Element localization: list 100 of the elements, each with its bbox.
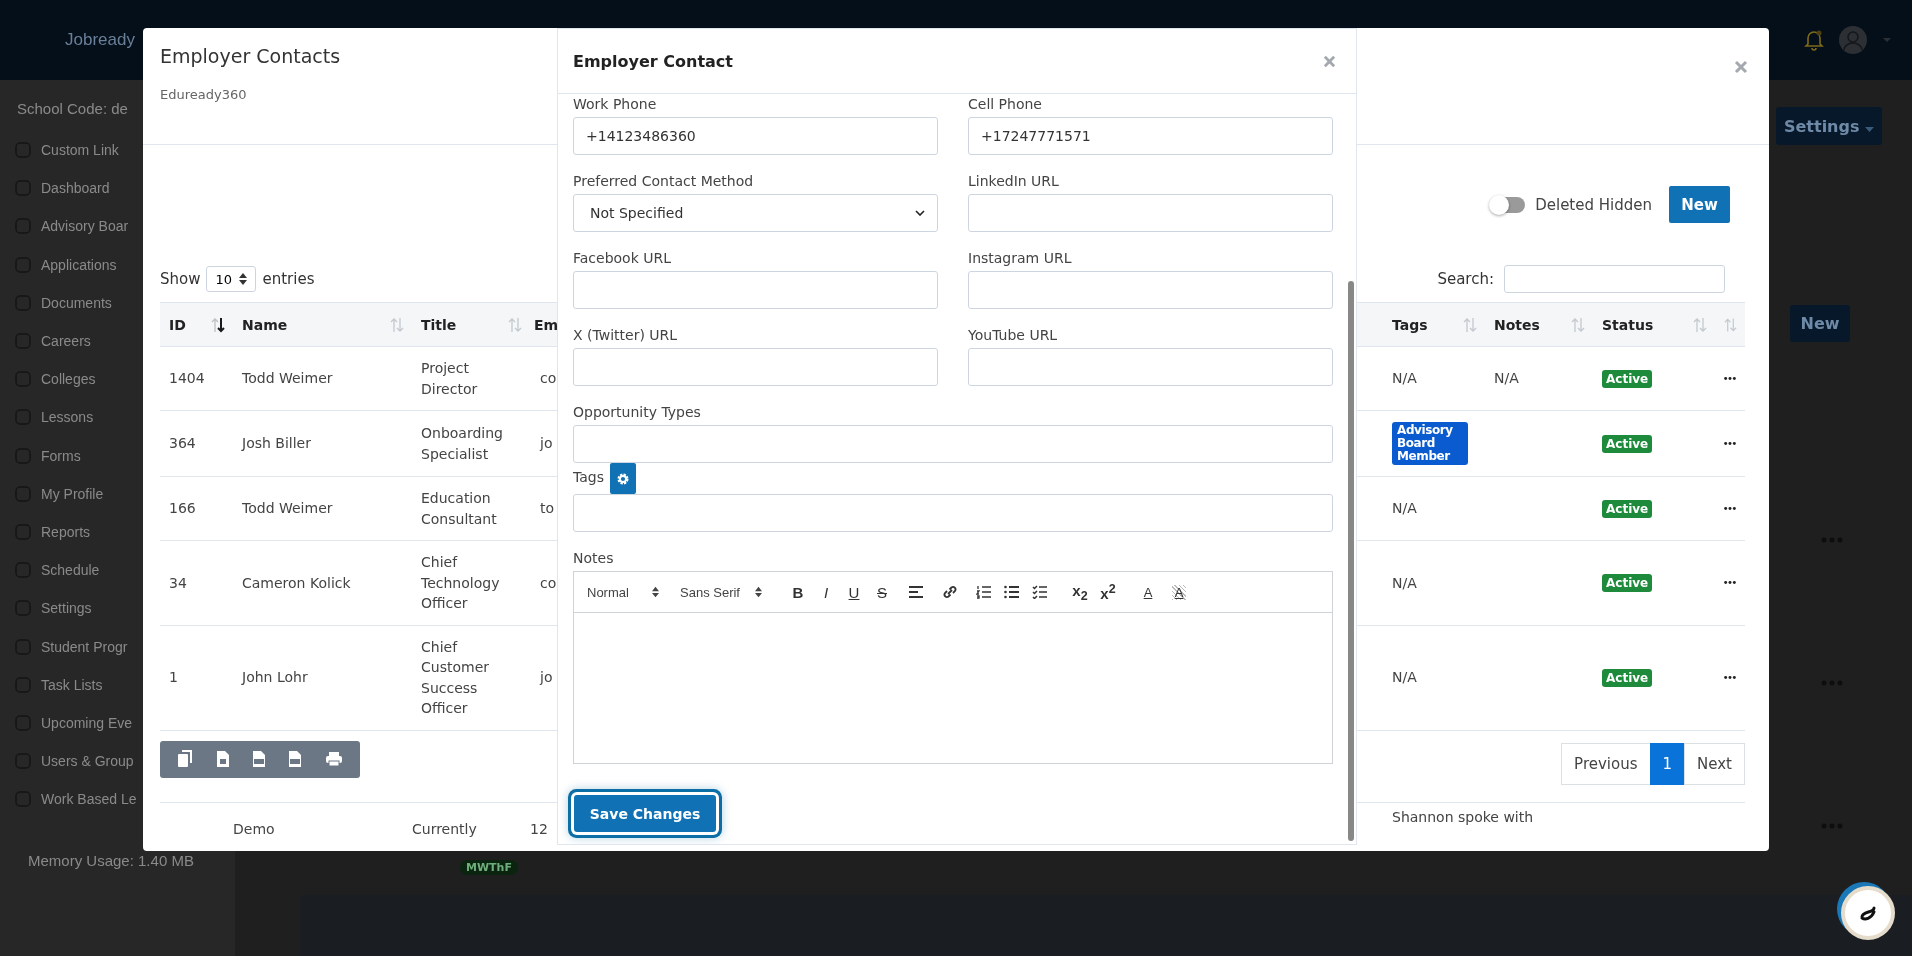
table-cell-text: N/A: [1494, 369, 1519, 389]
pagination-button[interactable]: Previous: [1561, 742, 1651, 785]
table-cell-text: Project Director: [420, 359, 479, 399]
field-label: YouTube URL: [968, 326, 1059, 345]
more-options-icon[interactable]: [1724, 441, 1736, 446]
search-field[interactable]: [1504, 265, 1725, 293]
tag-badge: Advisory Board Member: [1392, 422, 1468, 465]
align-left-icon[interactable]: [908, 585, 924, 599]
text-color-button[interactable]: A: [1134, 584, 1162, 600]
input-field[interactable]: [968, 348, 1333, 386]
modal-title: Employer Contact: [573, 51, 733, 71]
settings-button[interactable]: [610, 463, 636, 494]
more-options-icon[interactable]: [1724, 376, 1736, 381]
input-field[interactable]: [573, 425, 1333, 463]
close-icon[interactable]: [1734, 60, 1748, 74]
input-field[interactable]: +14123486360: [573, 117, 938, 155]
nav-item[interactable]: Lessons: [14, 398, 235, 437]
input-field[interactable]: [573, 348, 938, 386]
status-badge: Active: [1602, 369, 1653, 388]
bold-button[interactable]: B: [784, 583, 812, 601]
settings-button[interactable]: Settings: [1776, 107, 1882, 145]
column-title: Tags: [1392, 316, 1428, 333]
text-editor[interactable]: Normal Sans Serif B I U S x$_{2}$ x$^{2}$ A A: [573, 571, 1333, 764]
up-down-arrows-icon: [755, 586, 762, 598]
new-button[interactable]: New: [1790, 305, 1850, 342]
scrollbar-thumb[interactable]: [1348, 281, 1354, 841]
column-header[interactable]: Name: [233, 303, 412, 346]
input-field[interactable]: +17247771571: [968, 117, 1333, 155]
modal-title: Employer Contacts: [160, 45, 341, 67]
table-cell-text: jo: [538, 434, 553, 454]
nav-item[interactable]: Upcoming Eve: [14, 703, 235, 742]
column-header[interactable]: Notes: [1485, 303, 1593, 346]
pagination-button[interactable]: Next: [1684, 742, 1745, 785]
table-cell-text: Chief Technology Officer: [420, 553, 501, 613]
dropdown[interactable]: Not Specified: [573, 194, 938, 232]
nav-item[interactable]: Work Based Le: [14, 780, 235, 819]
floating-help-button[interactable]: [1841, 886, 1895, 940]
input-field[interactable]: [968, 271, 1333, 309]
input-field[interactable]: [573, 494, 1333, 532]
italic-button[interactable]: I: [812, 583, 840, 601]
file-icon[interactable]: [251, 750, 266, 768]
nav-item[interactable]: Users & Group: [14, 742, 235, 781]
file-icon[interactable]: [288, 750, 303, 768]
memory-usage-text: Memory Usage: 1.40 MB: [27, 852, 195, 870]
new-button[interactable]: New: [1669, 186, 1730, 223]
format-dropdown[interactable]: Sans Serif: [680, 584, 762, 600]
field-label: LinkedIn URL: [968, 172, 1060, 191]
avatar-icon[interactable]: [1838, 25, 1868, 55]
table-cell-text: John Lohr: [240, 668, 309, 688]
more-options-icon[interactable]: [1724, 675, 1736, 680]
format-dropdown[interactable]: Normal: [587, 584, 659, 600]
up-down-arrows-icon: [239, 273, 248, 285]
file-icon[interactable]: [215, 750, 230, 768]
nav-item[interactable]: Advisory Boar: [14, 207, 235, 246]
copy-icon[interactable]: [177, 750, 194, 768]
show-label: Show: [160, 270, 201, 288]
field-label: X (Twitter) URL: [573, 326, 679, 345]
highlight-button[interactable]: A: [1172, 584, 1186, 600]
logo-text[interactable]: Jobready: [65, 30, 135, 50]
sort-icon[interactable]: [211, 316, 225, 333]
input-field[interactable]: [573, 271, 938, 309]
column-header[interactable]: Tags: [1383, 303, 1485, 346]
table-cell-text: Cameron Kolick: [241, 573, 352, 593]
table-cell-text: Shannon spoke with: [1391, 807, 1535, 827]
status-badge: Active: [1602, 434, 1653, 453]
table-cell-text: to: [539, 499, 555, 519]
column-title: Status: [1602, 316, 1654, 333]
more-options-icon[interactable]: [1724, 506, 1736, 511]
table-cell-text: co: [539, 369, 557, 389]
table-cell-text: N/A: [1392, 369, 1417, 389]
more-options-icon[interactable]: [1724, 580, 1736, 586]
schedule-badge: MWThF: [460, 860, 518, 875]
input-field[interactable]: [968, 194, 1333, 232]
link-icon[interactable]: [942, 585, 958, 599]
close-icon[interactable]: [1323, 54, 1336, 68]
field-label: Preferred Contact Method: [573, 172, 755, 191]
search-label: Search:: [1437, 270, 1494, 288]
column-header[interactable]: Status: [1593, 303, 1715, 346]
caret-icon[interactable]: [1882, 37, 1892, 43]
underline-button[interactable]: U: [840, 583, 868, 601]
page-size-dropdown[interactable]: 10: [206, 266, 257, 292]
field-label: Notes: [573, 549, 615, 568]
superscript-button[interactable]: x$^{2}$: [1094, 582, 1122, 602]
toggle-switch[interactable]: [1491, 196, 1526, 213]
subscript-button[interactable]: x$_{2}$: [1066, 581, 1094, 603]
field-label: Tags: [573, 468, 604, 487]
column-header[interactable]: Title: [412, 303, 530, 346]
pagination-button[interactable]: 1: [1649, 742, 1686, 785]
nav-item[interactable]: Dashboard: [14, 169, 235, 208]
strike-button[interactable]: S: [868, 583, 896, 601]
bell-icon[interactable]: [1804, 29, 1824, 51]
numbered-list-icon[interactable]: [976, 585, 992, 599]
print-icon[interactable]: [324, 751, 343, 767]
bullet-list-icon[interactable]: [1004, 585, 1020, 599]
nav-item[interactable]: Student Progr: [14, 627, 235, 666]
checklist-icon[interactable]: [1032, 585, 1048, 599]
column-header[interactable]: ID: [160, 303, 233, 346]
table-cell-text: Josh Biller: [240, 434, 312, 454]
column-title: ID: [169, 316, 186, 333]
nav-item[interactable]: Custom Link: [14, 131, 235, 170]
